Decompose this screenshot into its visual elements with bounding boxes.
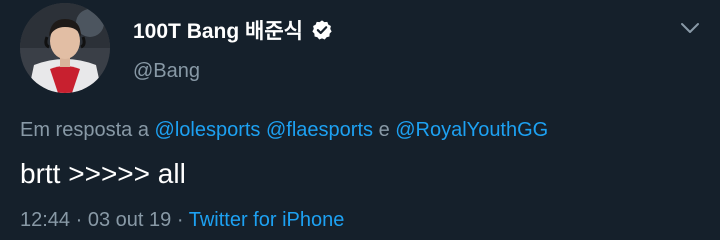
chevron-down-icon bbox=[681, 23, 699, 33]
author-name-row[interactable]: 100T Bang 배준식 bbox=[133, 15, 333, 45]
tweet-meta: 12:44 · 03 out 19 · Twitter for iPhone bbox=[20, 209, 344, 232]
meta-separator: · bbox=[176, 209, 184, 231]
mention-link-flaesports[interactable]: @flaesports bbox=[266, 119, 373, 141]
meta-separator: · bbox=[75, 209, 83, 231]
verified-badge-icon bbox=[311, 19, 333, 41]
author-display-name[interactable]: 100T Bang 배준식 bbox=[133, 15, 303, 45]
reply-conjunction: e bbox=[378, 119, 390, 141]
tweet-time[interactable]: 12:44 bbox=[20, 209, 70, 231]
mention-link-lolesports[interactable]: @lolesports bbox=[155, 119, 261, 141]
avatar-image bbox=[20, 3, 110, 93]
tweet-text: brtt >>>>> all bbox=[20, 158, 186, 189]
mention-link-royalyouthgg[interactable]: @RoyalYouthGG bbox=[395, 119, 548, 141]
reply-prefix: Em resposta a bbox=[20, 119, 149, 141]
avatar[interactable] bbox=[20, 3, 110, 93]
tweet-source-link[interactable]: Twitter for iPhone bbox=[189, 209, 345, 231]
tweet-date[interactable]: 03 out 19 bbox=[88, 209, 171, 231]
reply-context: Em resposta a @lolesports @flaesports e … bbox=[20, 119, 548, 142]
author-handle[interactable]: @Bang bbox=[133, 60, 200, 83]
tweet-menu-button[interactable] bbox=[678, 16, 702, 40]
